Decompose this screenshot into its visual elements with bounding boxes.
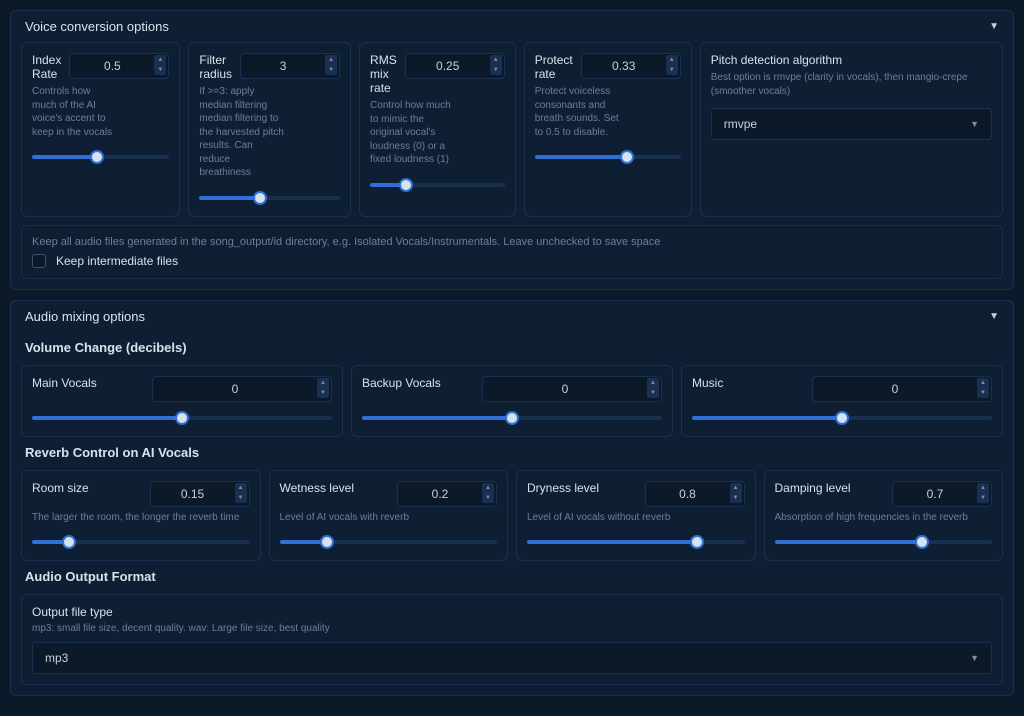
index-rate-slider[interactable] <box>32 149 169 165</box>
rms-mix-card: RMS mix rate ▲▼ Control how much to mimi… <box>359 42 516 217</box>
stepper[interactable]: ▲▼ <box>730 483 742 503</box>
stepper[interactable]: ▲▼ <box>977 483 989 503</box>
output-type-label: Output file type <box>32 605 992 619</box>
panel-title: Voice conversion options <box>25 19 169 34</box>
main-vocals-input[interactable] <box>152 376 332 402</box>
pitch-algo-value: rmvpe <box>724 117 757 131</box>
filter-radius-label: Filter radius <box>199 53 232 81</box>
dryness-card: Dryness level ▲▼ Level of AI vocals with… <box>516 470 756 562</box>
keep-files-card: Keep all audio files generated in the so… <box>21 225 1003 279</box>
stepper[interactable]: ▲▼ <box>490 55 502 75</box>
backup-vocals-label: Backup Vocals <box>362 376 441 390</box>
voice-conversion-body: Index Rate ▲▼ Controls how much of the A… <box>11 42 1013 289</box>
chevron-down-icon: ▼ <box>970 653 979 663</box>
dryness-slider[interactable] <box>527 534 745 550</box>
reverb-title: Reverb Control on AI Vocals <box>25 445 1003 460</box>
filter-radius-slider[interactable] <box>199 190 340 206</box>
music-label: Music <box>692 376 723 390</box>
chevron-down-icon: ▼ <box>989 21 999 32</box>
pitch-algo-desc: Best option is rmvpe (clarity in vocals)… <box>711 71 992 98</box>
rms-mix-slider[interactable] <box>370 177 505 193</box>
output-title: Audio Output Format <box>25 569 1003 584</box>
stepper[interactable]: ▲▼ <box>154 55 166 75</box>
stepper[interactable]: ▲▼ <box>325 55 337 75</box>
damping-desc: Absorption of high frequencies in the re… <box>775 511 993 525</box>
stepper[interactable]: ▲▼ <box>317 378 329 398</box>
voice-conversion-header[interactable]: Voice conversion options ▼ <box>11 11 1013 42</box>
pitch-algo-select[interactable]: rmvpe ▼ <box>711 108 992 140</box>
room-size-card: Room size ▲▼ The larger the room, the lo… <box>21 470 261 562</box>
music-slider[interactable] <box>692 410 992 426</box>
wetness-slider[interactable] <box>280 534 498 550</box>
damping-card: Damping level ▲▼ Absorption of high freq… <box>764 470 1004 562</box>
stepper[interactable]: ▲▼ <box>977 378 989 398</box>
output-type-desc: mp3: small file size, decent quality. wa… <box>32 622 992 636</box>
damping-slider[interactable] <box>775 534 993 550</box>
chevron-down-icon: ▼ <box>989 311 999 322</box>
main-vocals-label: Main Vocals <box>32 376 97 390</box>
music-card: Music ▲▼ <box>681 365 1003 437</box>
filter-radius-card: Filter radius ▲▼ If >=3: apply median fi… <box>188 42 351 217</box>
pitch-algo-label: Pitch detection algorithm <box>711 53 992 67</box>
dryness-label: Dryness level <box>527 481 599 495</box>
wetness-label: Wetness level <box>280 481 354 495</box>
chevron-down-icon: ▼ <box>970 119 979 129</box>
main-vocals-slider[interactable] <box>32 410 332 426</box>
room-size-label: Room size <box>32 481 89 495</box>
keep-files-checkbox[interactable] <box>32 254 46 268</box>
index-rate-card: Index Rate ▲▼ Controls how much of the A… <box>21 42 180 217</box>
rms-mix-label: RMS mix rate <box>370 53 397 95</box>
stepper[interactable]: ▲▼ <box>666 55 678 75</box>
room-size-desc: The larger the room, the longer the reve… <box>32 511 250 525</box>
output-type-select[interactable]: mp3 ▼ <box>32 642 992 674</box>
stepper[interactable]: ▲▼ <box>482 483 494 503</box>
music-input[interactable] <box>812 376 992 402</box>
index-rate-label: Index Rate <box>32 53 61 81</box>
output-type-value: mp3 <box>45 651 68 665</box>
main-vocals-card: Main Vocals ▲▼ <box>21 365 343 437</box>
backup-vocals-slider[interactable] <box>362 410 662 426</box>
filter-radius-desc: If >=3: apply median filtering median fi… <box>199 85 284 180</box>
protect-rate-slider[interactable] <box>535 149 681 165</box>
backup-vocals-card: Backup Vocals ▲▼ <box>351 365 673 437</box>
rms-mix-desc: Control how much to mimic the original v… <box>370 99 455 167</box>
output-type-card: Output file type mp3: small file size, d… <box>21 594 1003 685</box>
stepper[interactable]: ▲▼ <box>647 378 659 398</box>
backup-vocals-input[interactable] <box>482 376 662 402</box>
panel-title: Audio mixing options <box>25 309 145 324</box>
voice-conversion-panel: Voice conversion options ▼ Index Rate ▲▼… <box>10 10 1014 290</box>
protect-rate-label: Protect rate <box>535 53 573 81</box>
stepper[interactable]: ▲▼ <box>235 483 247 503</box>
protect-rate-desc: Protect voiceless consonants and breath … <box>535 85 620 139</box>
room-size-slider[interactable] <box>32 534 250 550</box>
dryness-desc: Level of AI vocals without reverb <box>527 511 745 525</box>
keep-files-desc: Keep all audio files generated in the so… <box>32 236 992 248</box>
wetness-card: Wetness level ▲▼ Level of AI vocals with… <box>269 470 509 562</box>
audio-mixing-panel: Audio mixing options ▼ Volume Change (de… <box>10 300 1014 696</box>
keep-files-label: Keep intermediate files <box>56 254 178 268</box>
wetness-desc: Level of AI vocals with reverb <box>280 511 498 525</box>
pitch-algo-card: Pitch detection algorithm Best option is… <box>700 42 1003 217</box>
audio-mixing-header[interactable]: Audio mixing options ▼ <box>11 301 1013 332</box>
volume-title: Volume Change (decibels) <box>25 340 1003 355</box>
index-rate-desc: Controls how much of the AI voice's acce… <box>32 85 117 139</box>
audio-mixing-body: Volume Change (decibels) Main Vocals ▲▼ … <box>11 340 1013 695</box>
damping-label: Damping level <box>775 481 851 495</box>
protect-rate-card: Protect rate ▲▼ Protect voiceless conson… <box>524 42 692 217</box>
